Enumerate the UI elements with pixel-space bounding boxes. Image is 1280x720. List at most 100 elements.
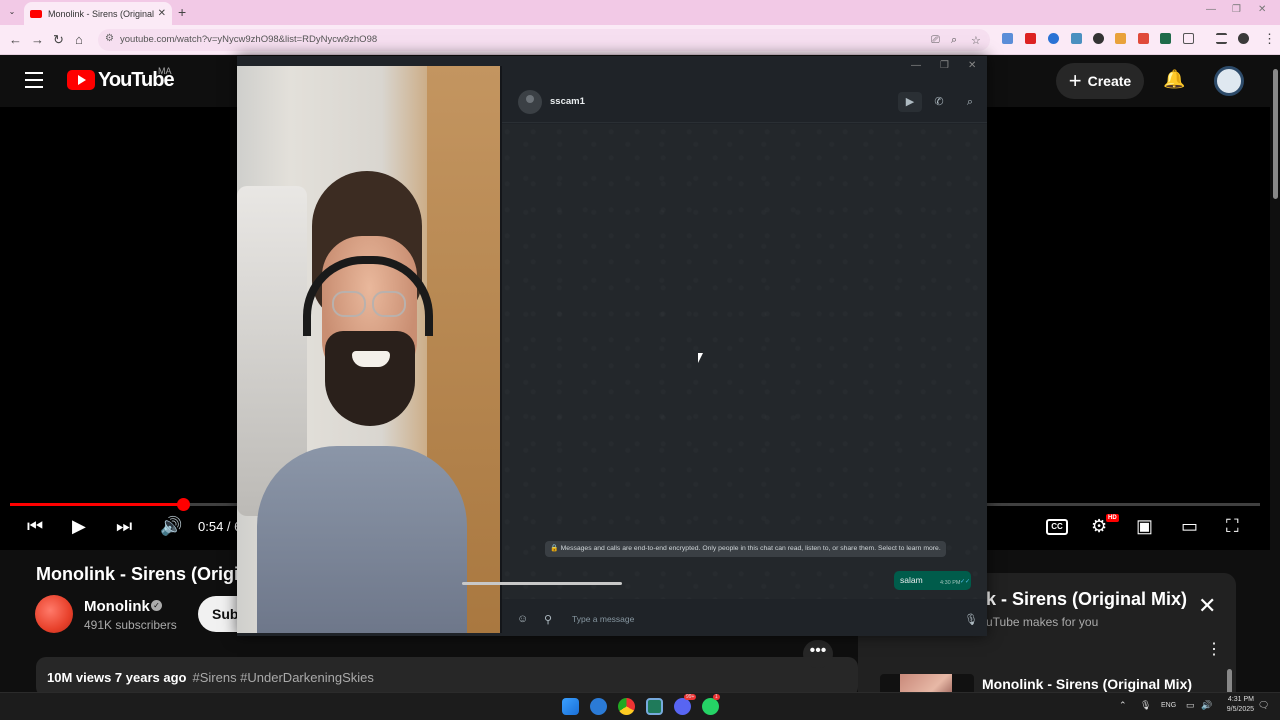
discord-icon[interactable] (674, 698, 691, 715)
chat-area[interactable]: 🔒 Messages and calls are end-to-end encr… (502, 124, 987, 599)
message-bubble-outgoing[interactable]: salam 4:30 PM ✓✓ (894, 571, 971, 590)
zoom-icon[interactable]: ⌕ (951, 34, 957, 47)
whatsapp-badge: 1 (713, 694, 720, 700)
youtube-logo-icon[interactable] (67, 70, 95, 90)
horizontal-scrollbar[interactable] (462, 582, 622, 585)
account-avatar[interactable] (1214, 66, 1244, 96)
search-icon[interactable]: ⌕ (958, 92, 982, 112)
notification-center-icon[interactable]: 🗨 (1258, 700, 1269, 711)
tab-close-icon[interactable]: ✕ (158, 8, 166, 19)
progress-played (10, 503, 183, 506)
site-info-icon[interactable]: ⚙ (105, 33, 114, 44)
browser-toolbar: ← → ↻ ⌂ ⚙ youtube.com/watch?v=yNycw9zhO9… (0, 25, 1280, 55)
voice-call-icon[interactable]: ✆ (927, 92, 951, 112)
previous-icon[interactable]: ⏮ (27, 516, 43, 537)
play-icon[interactable]: ▶ (72, 516, 86, 537)
tab-groups-icon[interactable] (1216, 33, 1227, 44)
time-display: 0:54 / 6 (198, 519, 242, 534)
chrome-browser-icon[interactable] (618, 698, 635, 715)
extension-6-icon[interactable] (1115, 33, 1126, 44)
channel-avatar[interactable] (35, 595, 73, 633)
video-call-feed[interactable] (237, 66, 500, 633)
compose-bar: ☺ ⚲ Type a message 🎙 (502, 607, 987, 632)
mix-subtitle: uTube makes for you (986, 615, 1099, 629)
extensions-puzzle-icon[interactable] (1183, 33, 1194, 44)
address-bar[interactable]: ⚙ youtube.com/watch?v=yNycw9zhO98&list=R… (98, 29, 990, 51)
encryption-notice[interactable]: 🔒 Messages and calls are end-to-end encr… (545, 541, 946, 557)
theater-mode-icon[interactable]: ▭ (1181, 516, 1198, 537)
tray-mic-icon[interactable]: 🎙 (1140, 700, 1151, 711)
miniplayer-icon[interactable]: ▣ (1136, 516, 1153, 537)
browser-tab-youtube[interactable]: Monolink - Sirens (Original Mix ✕ (24, 2, 172, 25)
next-icon[interactable]: ⏭ (116, 516, 132, 537)
minimize-window-icon[interactable]: — (1206, 4, 1216, 15)
wa-maximize-icon[interactable]: ❐ (940, 60, 949, 71)
wa-minimize-icon[interactable]: — (911, 60, 921, 71)
extension-8-icon[interactable] (1160, 33, 1171, 44)
subscriber-count: 491K subscribers (84, 618, 177, 632)
close-icon[interactable]: ✕ (1198, 593, 1216, 619)
close-window-icon[interactable]: ✕ (1258, 4, 1266, 15)
mix-options-icon[interactable]: ⋮ (1206, 639, 1222, 659)
channel-name[interactable]: Monolink (84, 598, 150, 615)
extension-2-icon[interactable] (1025, 33, 1036, 44)
edge-browser-icon[interactable] (590, 698, 607, 715)
active-app-icon[interactable] (646, 698, 663, 715)
extension-1-icon[interactable] (1002, 33, 1013, 44)
message-input[interactable]: Type a message (572, 614, 634, 624)
extension-5-icon[interactable] (1093, 33, 1104, 44)
views-and-date: 10M views 7 years ago (47, 670, 187, 685)
profile-avatar-icon[interactable] (1238, 33, 1249, 44)
emoji-icon[interactable]: ☺ (517, 613, 528, 625)
extension-4-icon[interactable] (1071, 33, 1082, 44)
reload-icon[interactable]: ↻ (53, 32, 64, 48)
mix-item-title[interactable]: Monolink - Sirens (Original Mix) (982, 676, 1192, 692)
language-indicator[interactable]: ENG (1161, 702, 1176, 709)
clock-time[interactable]: 4:31 PM (1222, 696, 1254, 703)
contact-name[interactable]: sscam1 (550, 96, 585, 107)
mix-title: k - Sirens (Original Mix) (986, 589, 1188, 609)
forward-arrow-icon[interactable]: → (31, 32, 44, 47)
new-tab-button[interactable]: + (178, 4, 186, 20)
contact-avatar[interactable] (518, 90, 542, 114)
scrubber-handle[interactable] (176, 498, 190, 511)
extension-3-icon[interactable] (1048, 33, 1059, 44)
more-actions-button[interactable]: ••• (803, 640, 833, 668)
page-scrollbar-thumb[interactable] (1273, 69, 1278, 199)
mouse-cursor-icon (698, 353, 706, 363)
menu-icon[interactable] (25, 72, 43, 93)
home-icon[interactable]: ⌂ (75, 32, 83, 47)
clock-date[interactable]: 9/5/2025 (1220, 706, 1254, 713)
page-scrollbar[interactable] (1270, 55, 1280, 692)
video-call-icon[interactable]: ▶ (898, 92, 922, 112)
tab-title: Monolink - Sirens (Original Mix (48, 8, 154, 19)
back-arrow-icon[interactable]: ← (9, 32, 22, 47)
maximize-window-icon[interactable]: ❐ (1232, 4, 1241, 15)
tab-search-icon[interactable]: ⌄ (6, 6, 18, 18)
attach-icon[interactable]: ⚲ (544, 613, 552, 626)
wa-close-icon[interactable]: ✕ (968, 60, 976, 71)
description-box[interactable]: 10M views 7 years ago #Sirens #UnderDarke… (36, 657, 858, 697)
hashtags[interactable]: #Sirens #UnderDarkeningSkies (192, 670, 373, 685)
address-url[interactable]: youtube.com/watch?v=yNycw9zhO98&list=RDy… (120, 34, 377, 45)
microphone-icon[interactable]: 🎙 (964, 613, 978, 626)
extension-7-icon[interactable] (1138, 33, 1149, 44)
volume-tray-icon[interactable]: 🔊 (1201, 700, 1212, 711)
volume-icon[interactable]: 🔊 (160, 516, 182, 537)
install-app-icon[interactable]: ⎚ (931, 34, 940, 47)
youtube-favicon-icon (30, 9, 42, 18)
video-person-smile (352, 351, 390, 367)
bookmark-star-icon[interactable]: ☆ (971, 34, 981, 47)
create-button[interactable]: + Create (1056, 63, 1144, 99)
browser-menu-icon[interactable]: ⋮ (1263, 31, 1276, 47)
start-windows-icon[interactable] (562, 698, 579, 715)
hd-badge: HD (1106, 514, 1119, 522)
notifications-bell-icon[interactable]: 🔔 (1163, 69, 1185, 90)
tray-chevron-icon[interactable]: ⌃ (1119, 700, 1127, 711)
network-icon[interactable]: ▭ (1186, 700, 1195, 711)
fullscreen-icon[interactable]: ⛶ (1226, 516, 1239, 537)
chat-header: sscam1 ▶ ✆ ⌕ (502, 83, 987, 123)
captions-button[interactable]: CC (1046, 519, 1068, 535)
settings-gear-icon[interactable]: ⚙ (1091, 516, 1107, 537)
whatsapp-taskbar-icon[interactable] (702, 698, 719, 715)
